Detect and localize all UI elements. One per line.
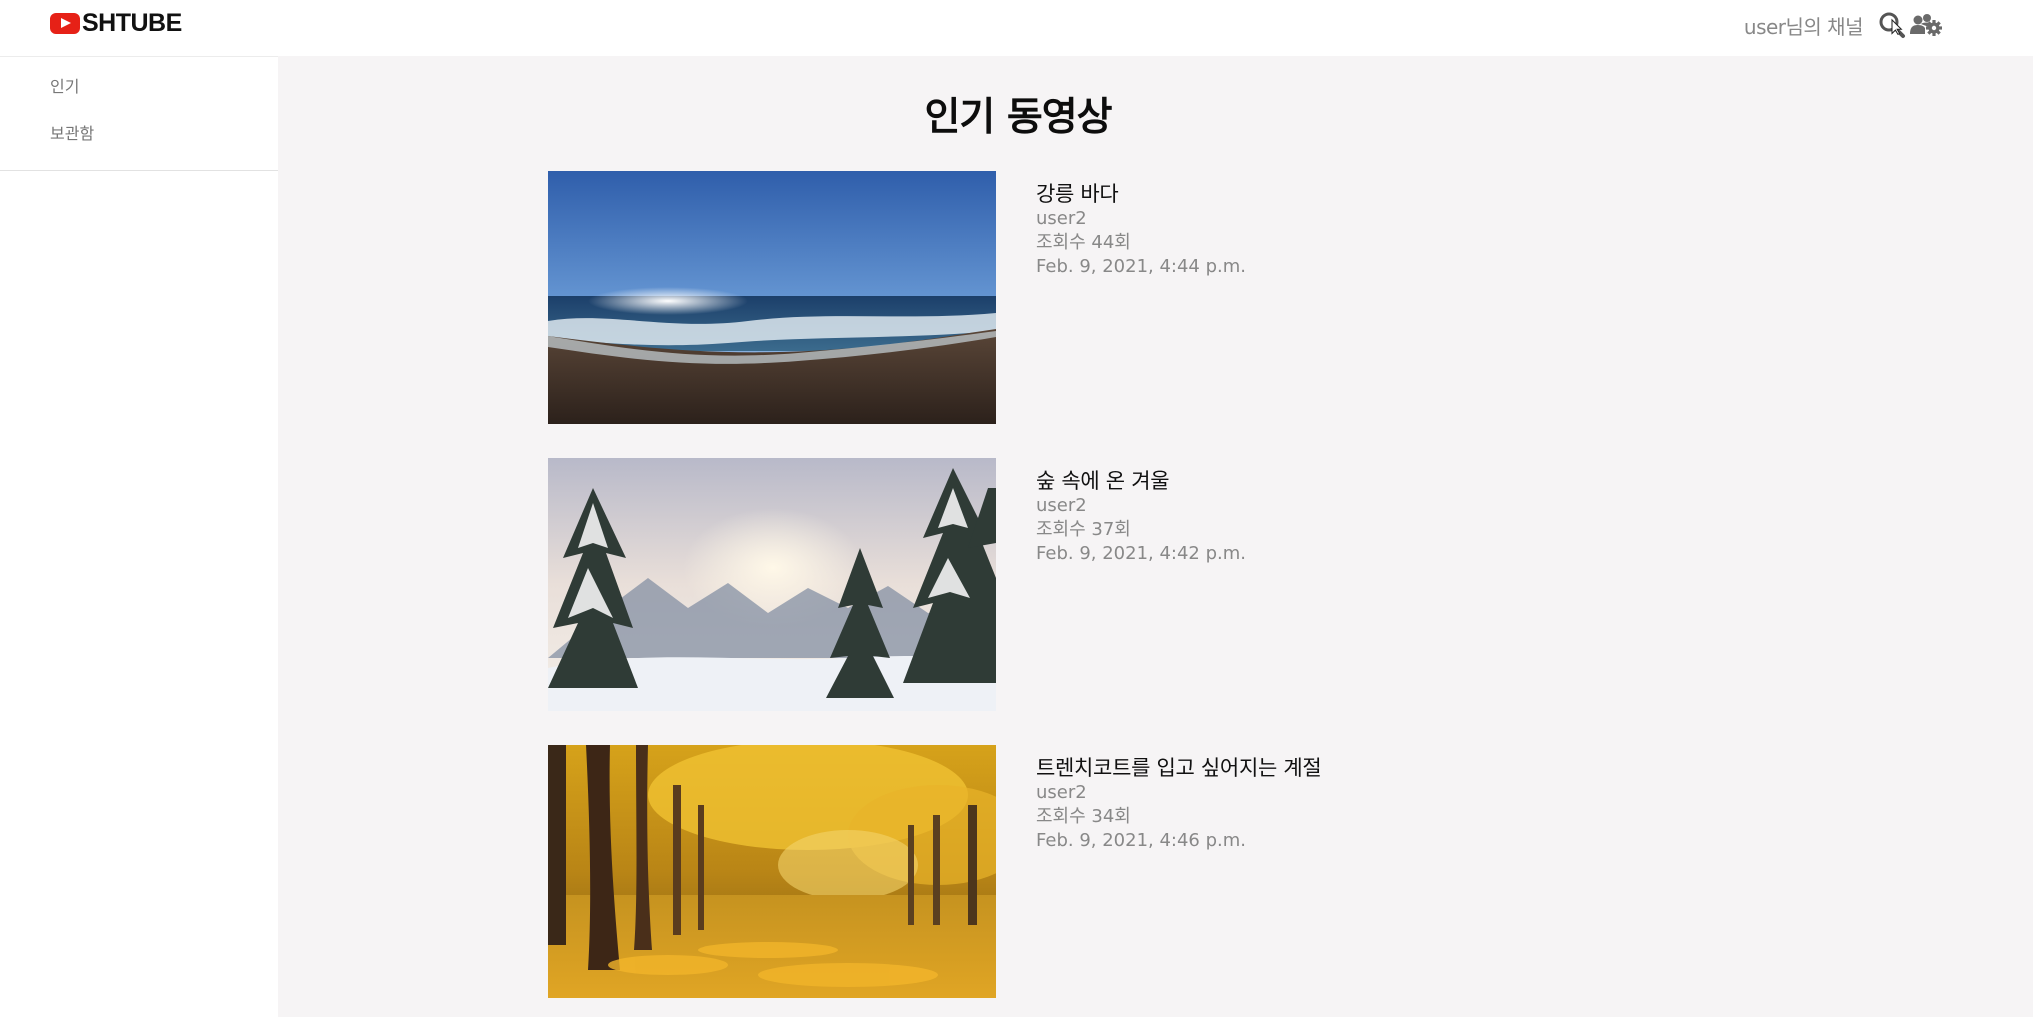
video-date: Feb. 9, 2021, 4:44 p.m. bbox=[1036, 256, 1247, 277]
snowy-forest-image bbox=[548, 458, 996, 711]
video-item[interactable]: 숲 속에 온 겨울 user2 조회수 37회 Feb. 9, 2021, 4:… bbox=[548, 458, 1321, 745]
main-content: 인기 동영상 강릉 바다 user2 조회수 44회 Feb. 9, 2021,… bbox=[278, 56, 2033, 1017]
sidebar: 인기 보관함 bbox=[0, 56, 278, 1017]
video-thumbnail-ocean-beach[interactable] bbox=[548, 171, 996, 424]
video-author[interactable]: user2 bbox=[1036, 207, 1246, 231]
page-title: 인기 동영상 bbox=[924, 95, 1113, 140]
my-channel-link[interactable]: user님의 채널 bbox=[1744, 11, 1864, 40]
video-info: 숲 속에 온 겨울 user2 조회수 37회 Feb. 9, 2021, 4:… bbox=[1036, 468, 1246, 745]
logo-text: SHTUBE bbox=[82, 8, 182, 37]
header-actions: user님의 채널 bbox=[1744, 10, 1943, 40]
video-views: 조회수 37회 bbox=[1036, 519, 1131, 540]
sidebar-nav: 인기 보관함 bbox=[0, 57, 278, 171]
autumn-park-image bbox=[548, 745, 996, 998]
users-settings-button[interactable] bbox=[1909, 10, 1943, 40]
search-icon bbox=[1879, 12, 1905, 38]
video-thumbnail-autumn-park[interactable] bbox=[548, 745, 996, 998]
video-item[interactable]: 트렌치코트를 입고 싶어지는 계절 user2 조회수 34회 Feb. 9, … bbox=[548, 745, 1322, 1032]
play-logo-icon bbox=[50, 12, 80, 34]
search-button[interactable] bbox=[1877, 10, 1907, 40]
top-header: SHTUBE user님의 채널 bbox=[0, 0, 2033, 56]
users-gear-icon bbox=[1910, 14, 1942, 36]
logo-link[interactable]: SHTUBE bbox=[50, 8, 182, 37]
video-info: 트렌치코트를 입고 싶어지는 계절 user2 조회수 34회 Feb. 9, … bbox=[1036, 755, 1322, 1032]
video-item[interactable]: 강릉 바다 user2 조회수 44회 Feb. 9, 2021, 4:44 p… bbox=[548, 171, 1321, 458]
video-title[interactable]: 트렌치코트를 입고 싶어지는 계절 bbox=[1036, 755, 1322, 781]
video-author[interactable]: user2 bbox=[1036, 781, 1321, 805]
video-date: Feb. 9, 2021, 4:46 p.m. bbox=[1036, 830, 1247, 851]
video-date: Feb. 9, 2021, 4:42 p.m. bbox=[1036, 543, 1247, 564]
video-info: 강릉 바다 user2 조회수 44회 Feb. 9, 2021, 4:44 p… bbox=[1036, 181, 1246, 458]
video-author[interactable]: user2 bbox=[1036, 494, 1246, 518]
ocean-beach-image bbox=[548, 171, 996, 424]
video-list: 강릉 바다 user2 조회수 44회 Feb. 9, 2021, 4:44 p… bbox=[548, 171, 1322, 1032]
video-title[interactable]: 숲 속에 온 겨울 bbox=[1036, 468, 1246, 494]
video-thumbnail-snowy-forest[interactable] bbox=[548, 458, 996, 711]
video-title[interactable]: 강릉 바다 bbox=[1036, 181, 1246, 207]
video-views: 조회수 44회 bbox=[1036, 232, 1131, 253]
sidebar-item-library[interactable]: 보관함 bbox=[0, 122, 278, 169]
video-views: 조회수 34회 bbox=[1036, 806, 1131, 827]
sidebar-item-popular[interactable]: 인기 bbox=[0, 75, 278, 122]
